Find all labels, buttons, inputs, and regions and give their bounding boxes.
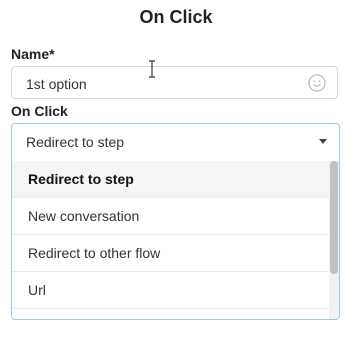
on-click-selected-value: Redirect to step xyxy=(26,134,125,150)
option-new-conversation[interactable]: New conversation xyxy=(12,198,330,235)
options-scroll-thumb[interactable] xyxy=(330,161,338,274)
dialog-title: On Click xyxy=(139,7,213,27)
options-scrollbar[interactable] xyxy=(329,161,339,319)
option-redirect-to-step[interactable]: Redirect to step xyxy=(12,161,330,198)
option-url[interactable]: Url xyxy=(12,272,330,309)
text-cursor-icon xyxy=(149,60,155,78)
on-click-label: On Click xyxy=(11,103,68,119)
on-click-dialog: On Click Name* 1st option On Click Redir… xyxy=(0,0,352,337)
emoji-smile-icon[interactable] xyxy=(308,74,326,92)
on-click-select[interactable]: Redirect to step Redirect to step New co… xyxy=(11,123,340,320)
name-label: Name* xyxy=(11,46,55,62)
caret-down-icon[interactable] xyxy=(319,139,327,144)
name-input[interactable]: 1st option xyxy=(11,66,338,99)
option-redirect-to-other-flow[interactable]: Redirect to other flow xyxy=(12,235,330,272)
name-input-value: 1st option xyxy=(26,76,87,92)
on-click-options-list: Redirect to step New conversation Redire… xyxy=(12,161,330,319)
